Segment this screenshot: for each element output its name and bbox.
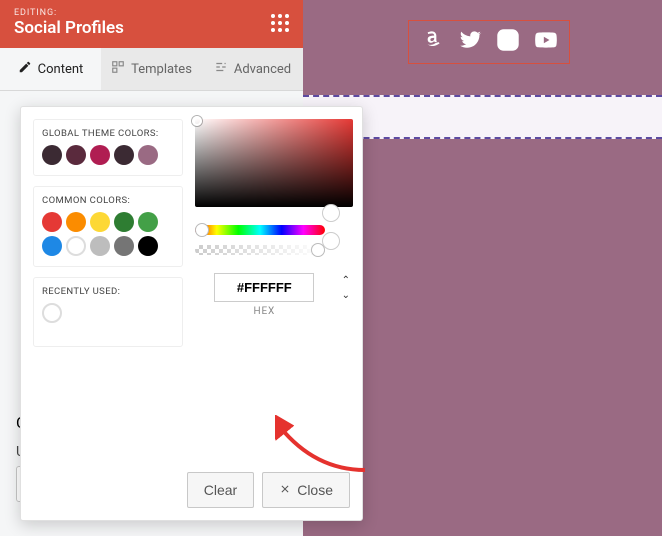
hue-slider[interactable] xyxy=(195,225,325,235)
pencil-icon xyxy=(18,60,32,78)
global-colors-label: GLOBAL THEME COLORS: xyxy=(42,128,174,139)
instagram-icon xyxy=(495,27,521,57)
editor-tabs: Content Templates Advanced xyxy=(0,48,303,91)
color-swatch[interactable] xyxy=(66,145,86,165)
global-colors-card: GLOBAL THEME COLORS: xyxy=(33,119,183,176)
color-swatch[interactable] xyxy=(114,236,134,256)
color-swatch[interactable] xyxy=(90,236,110,256)
saturation-value-area[interactable] xyxy=(195,119,353,207)
color-swatch[interactable] xyxy=(42,303,62,323)
social-icons-preview xyxy=(408,20,570,64)
color-swatch[interactable] xyxy=(138,236,158,256)
color-swatch[interactable] xyxy=(66,212,86,232)
color-swatch[interactable] xyxy=(114,145,134,165)
recent-colors-label: RECENTLY USED: xyxy=(42,286,174,297)
alpha-slider[interactable] xyxy=(195,245,325,255)
common-colors-label: COMMON COLORS: xyxy=(42,195,174,206)
alpha-preview-icon xyxy=(322,232,340,250)
common-colors-card: COMMON COLORS: xyxy=(33,186,183,267)
clear-button[interactable]: Clear xyxy=(187,472,254,508)
chevron-up-icon[interactable]: ⌃ xyxy=(342,275,350,286)
color-swatch[interactable] xyxy=(138,145,158,165)
hex-input[interactable] xyxy=(214,273,314,302)
amazon-icon xyxy=(419,27,445,57)
color-swatch[interactable] xyxy=(42,145,62,165)
color-swatch[interactable] xyxy=(66,236,86,256)
color-swatch[interactable] xyxy=(42,236,62,256)
close-icon xyxy=(279,482,291,498)
recent-colors-card: RECENTLY USED: xyxy=(33,277,183,347)
templates-icon xyxy=(111,60,125,78)
drag-grip-icon[interactable] xyxy=(271,14,289,32)
hex-label: HEX xyxy=(195,306,334,317)
close-button[interactable]: Close xyxy=(262,472,350,508)
tab-content[interactable]: Content xyxy=(0,48,101,90)
editing-label: EDITING: xyxy=(14,8,289,18)
hue-preview-icon xyxy=(322,204,340,222)
chevron-down-icon[interactable]: ⌄ xyxy=(342,290,350,301)
twitter-icon xyxy=(457,27,483,57)
color-swatch[interactable] xyxy=(42,212,62,232)
color-swatch[interactable] xyxy=(90,145,110,165)
tab-advanced[interactable]: Advanced xyxy=(202,48,303,90)
color-picker-popover: GLOBAL THEME COLORS: COMMON COLORS: RECE… xyxy=(20,106,363,521)
sliders-icon xyxy=(214,60,228,78)
editing-title: Social Profiles xyxy=(14,18,289,38)
color-swatch[interactable] xyxy=(138,212,158,232)
satval-thumb[interactable] xyxy=(192,116,202,126)
color-swatch[interactable] xyxy=(90,212,110,232)
tab-templates[interactable]: Templates xyxy=(101,48,202,90)
sidebar-header: EDITING: Social Profiles xyxy=(0,0,303,48)
youtube-icon xyxy=(533,27,559,57)
color-swatch[interactable] xyxy=(114,212,134,232)
format-stepper[interactable]: ⌃ ⌄ xyxy=(342,275,350,301)
